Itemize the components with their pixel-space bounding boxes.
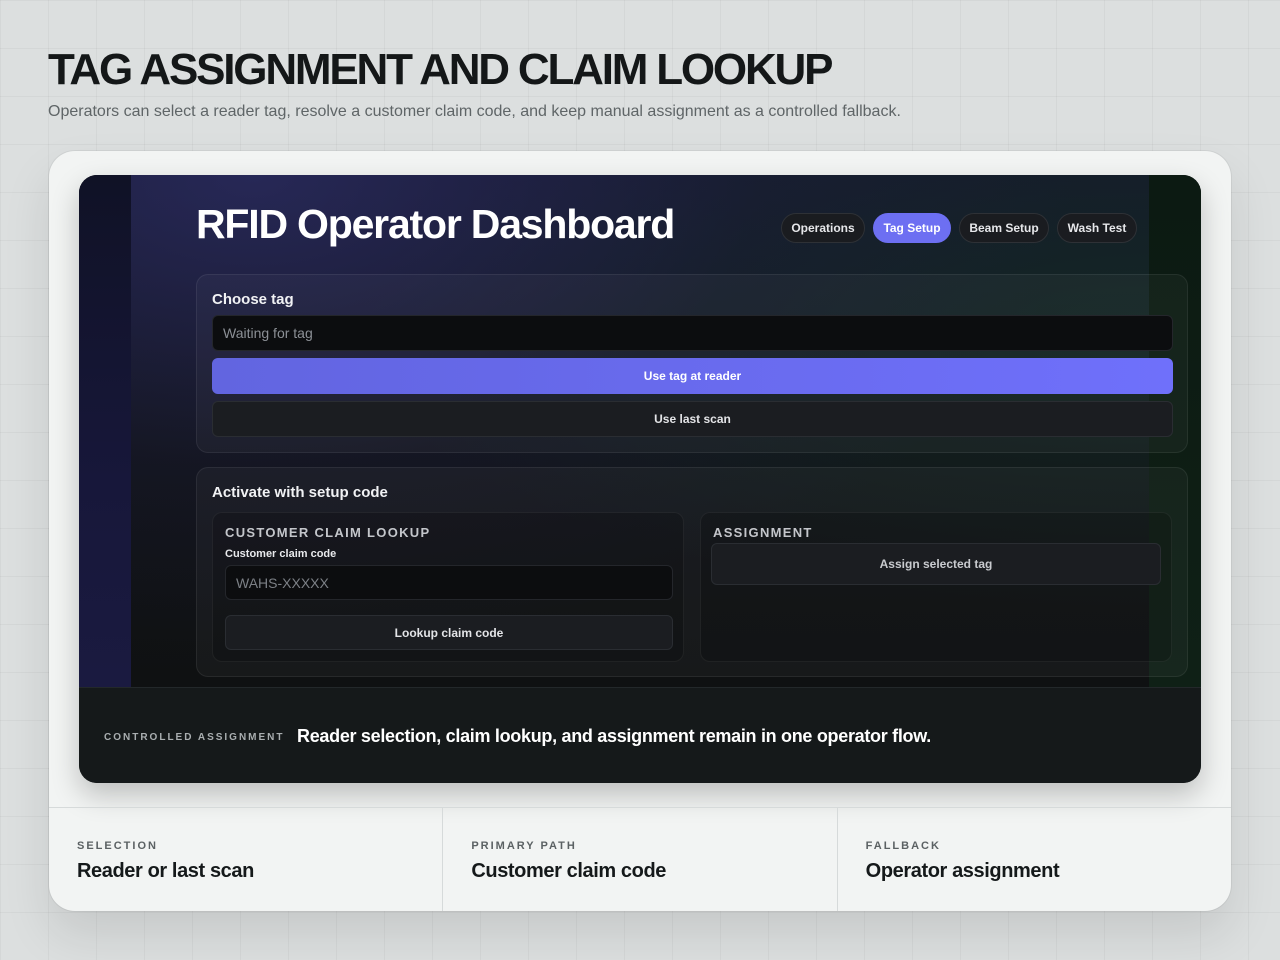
left-gutter: [79, 175, 131, 687]
claim-code-input[interactable]: [225, 565, 673, 600]
stat-value: Operator assignment: [865, 860, 1060, 882]
claim-code-label: Customer claim code: [225, 548, 337, 560]
stat-selection: SELECTION Reader or last scan: [49, 808, 444, 911]
use-tag-at-reader-button[interactable]: Use tag at reader: [212, 358, 1173, 394]
page-subtitle: Operators can select a reader tag, resol…: [48, 103, 901, 120]
stat-label: FALLBACK: [865, 840, 941, 852]
stat-value: Reader or last scan: [77, 860, 254, 882]
use-last-scan-button[interactable]: Use last scan: [212, 401, 1173, 437]
assign-selected-tag-button[interactable]: Assign selected tag: [711, 543, 1161, 585]
activate-panel: Activate with setup code CUSTOMER CLAIM …: [196, 467, 1188, 677]
stat-primary-path: PRIMARY PATH Customer claim code: [443, 808, 838, 911]
page-title: TAG ASSIGNMENT AND CLAIM LOOKUP: [48, 45, 833, 94]
stat-fallback: FALLBACK Operator assignment: [838, 808, 1231, 911]
choose-tag-title: Choose tag: [212, 291, 294, 308]
dashboard-title: RFID Operator Dashboard: [196, 201, 675, 247]
caption-tag: CONTROLLED ASSIGNMENT: [104, 732, 285, 743]
stat-label: SELECTION: [77, 840, 158, 852]
tab-beam-setup[interactable]: Beam Setup: [959, 213, 1049, 243]
tab-tag-setup[interactable]: Tag Setup: [873, 213, 951, 243]
stat-value: Customer claim code: [471, 860, 667, 882]
showcase-card: RFID Operator Dashboard Operations Tag S…: [49, 151, 1231, 911]
assignment-heading: ASSIGNMENT: [713, 525, 813, 540]
customer-claim-lookup-card: CUSTOMER CLAIM LOOKUP Customer claim cod…: [212, 512, 684, 662]
dashboard-main: RFID Operator Dashboard Operations Tag S…: [131, 175, 1188, 687]
caption-bar: CONTROLLED ASSIGNMENT Reader selection, …: [79, 687, 1201, 783]
stats-row: SELECTION Reader or last scan PRIMARY PA…: [49, 807, 1231, 911]
lookup-claim-code-button[interactable]: Lookup claim code: [225, 615, 673, 650]
claim-lookup-heading: CUSTOMER CLAIM LOOKUP: [225, 525, 431, 540]
assignment-card: ASSIGNMENT Assign selected tag: [700, 512, 1172, 662]
dashboard-screenshot: RFID Operator Dashboard Operations Tag S…: [79, 175, 1201, 783]
tag-input[interactable]: [212, 315, 1173, 351]
caption-text: Reader selection, claim lookup, and assi…: [297, 726, 931, 746]
rfid-dashboard: RFID Operator Dashboard Operations Tag S…: [79, 175, 1201, 687]
activate-title: Activate with setup code: [212, 484, 388, 501]
stat-label: PRIMARY PATH: [471, 840, 577, 852]
tab-operations[interactable]: Operations: [781, 213, 865, 243]
tab-wash-test[interactable]: Wash Test: [1057, 213, 1137, 243]
choose-tag-panel: Choose tag Use tag at reader Use last sc…: [196, 274, 1188, 453]
